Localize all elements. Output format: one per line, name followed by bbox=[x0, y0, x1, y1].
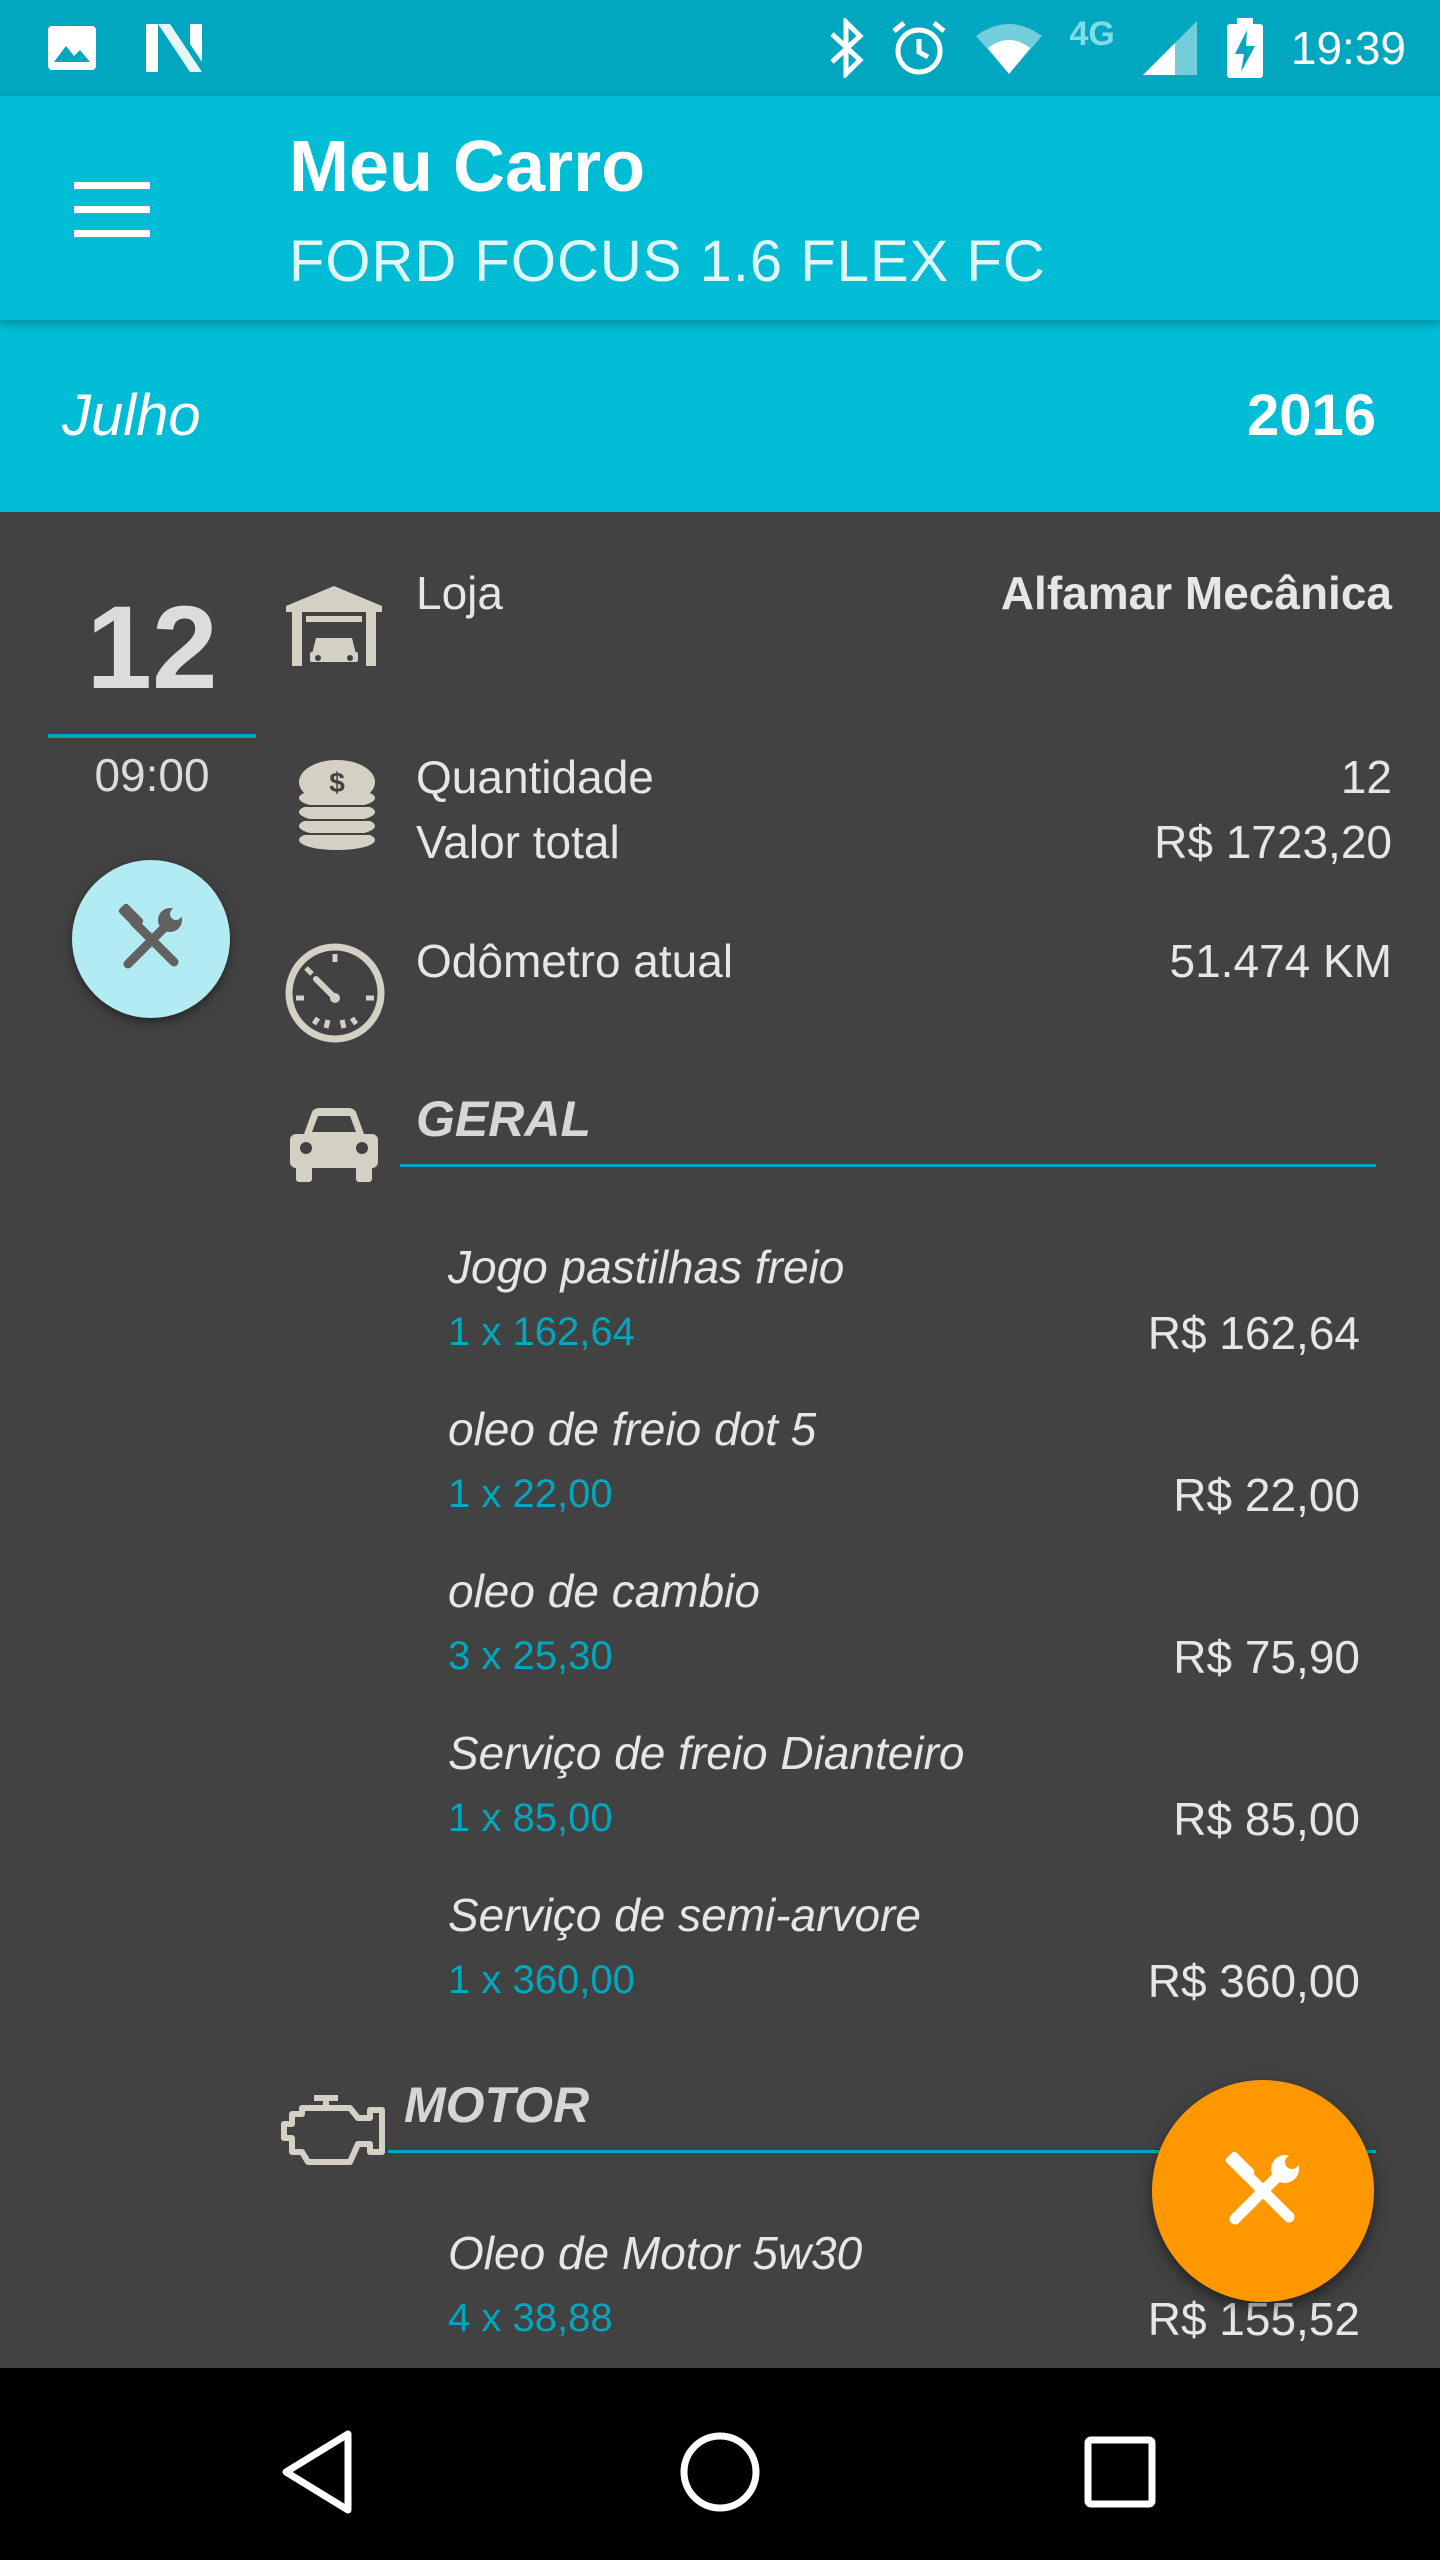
svg-text:$: $ bbox=[329, 767, 345, 798]
network-type-label: 4G bbox=[1069, 14, 1115, 53]
item-quantity: 3 x 25,30 bbox=[448, 1634, 613, 1678]
back-icon[interactable] bbox=[272, 2424, 368, 2520]
odometer-icon bbox=[285, 943, 385, 1043]
item-name: oleo de cambio bbox=[448, 1565, 760, 1617]
odometer-value: 51.474 KM bbox=[1169, 935, 1392, 987]
item-quantity: 1 x 22,00 bbox=[448, 1472, 613, 1516]
status-time: 19:39 bbox=[1290, 22, 1406, 74]
image-icon bbox=[48, 26, 96, 70]
item-quantity: 4 x 38,88 bbox=[448, 2296, 613, 2340]
item-name: oleo de freio dot 5 bbox=[448, 1403, 817, 1455]
entry-day: 12 bbox=[86, 582, 218, 714]
item-total: R$ 360,00 bbox=[1147, 1955, 1360, 2007]
item-name: Serviço de semi-arvore bbox=[448, 1889, 921, 1941]
app-title: Meu Carro bbox=[289, 127, 646, 207]
section-title-geral: GERAL bbox=[416, 1091, 591, 1147]
status-bar: 4G 19:39 bbox=[0, 0, 1440, 96]
tools-icon bbox=[118, 903, 182, 969]
item-quantity: 1 x 85,00 bbox=[448, 1796, 613, 1840]
item-quantity: 1 x 360,00 bbox=[448, 1958, 635, 2002]
period-header: Julho 2016 bbox=[0, 320, 1440, 512]
item-total: R$ 162,64 bbox=[1147, 1307, 1360, 1359]
year-label: 2016 bbox=[1246, 383, 1376, 448]
item-total: R$ 22,00 bbox=[1173, 1469, 1360, 1521]
item-total: R$ 85,00 bbox=[1173, 1793, 1360, 1845]
odometer-label: Odômetro atual bbox=[416, 935, 734, 987]
vehicle-subtitle: FORD FOCUS 1.6 FLEX FC bbox=[289, 229, 1046, 294]
navigation-bar bbox=[0, 2368, 1440, 2560]
quantity-label: Quantidade bbox=[416, 751, 654, 803]
item-total: R$ 75,90 bbox=[1173, 1631, 1360, 1683]
recents-icon[interactable] bbox=[1072, 2424, 1168, 2520]
section-title-motor: MOTOR bbox=[404, 2077, 590, 2133]
tools-icon bbox=[1225, 2151, 1299, 2225]
coins-icon: $ bbox=[299, 760, 375, 850]
month-label: Julho bbox=[62, 383, 201, 448]
hamburger-menu-icon[interactable] bbox=[74, 182, 150, 238]
day-divider bbox=[48, 734, 256, 738]
entry-type-button[interactable] bbox=[72, 860, 230, 1018]
garage-icon bbox=[286, 586, 382, 666]
alarm-icon bbox=[891, 21, 946, 75]
app-bar: Meu Carro FORD FOCUS 1.6 FLEX FC bbox=[0, 96, 1440, 320]
item-name: Jogo pastilhas freio bbox=[448, 1241, 845, 1293]
section-divider bbox=[400, 1164, 1376, 1167]
home-icon[interactable] bbox=[672, 2424, 768, 2520]
battery-charging-icon bbox=[1226, 18, 1263, 78]
entry-time: 09:00 bbox=[94, 749, 210, 801]
item-name: Oleo de Motor 5w30 bbox=[448, 2227, 863, 2279]
store-label: Loja bbox=[416, 567, 503, 619]
quantity-value: 12 bbox=[1340, 751, 1392, 803]
item-name: Serviço de freio Dianteiro bbox=[448, 1727, 965, 1779]
item-quantity: 1 x 162,64 bbox=[448, 1310, 635, 1354]
engine-icon bbox=[281, 2095, 385, 2165]
total-value: R$ 1723,20 bbox=[1154, 816, 1392, 868]
n-logo-icon bbox=[146, 24, 202, 72]
store-value: Alfamar Mecânica bbox=[1000, 567, 1392, 619]
add-maintenance-fab[interactable] bbox=[1152, 2080, 1374, 2302]
bluetooth-icon bbox=[829, 18, 864, 78]
car-icon bbox=[290, 1108, 378, 1182]
wifi-icon bbox=[975, 24, 1042, 74]
signal-icon bbox=[1142, 21, 1197, 75]
total-label: Valor total bbox=[416, 816, 620, 868]
